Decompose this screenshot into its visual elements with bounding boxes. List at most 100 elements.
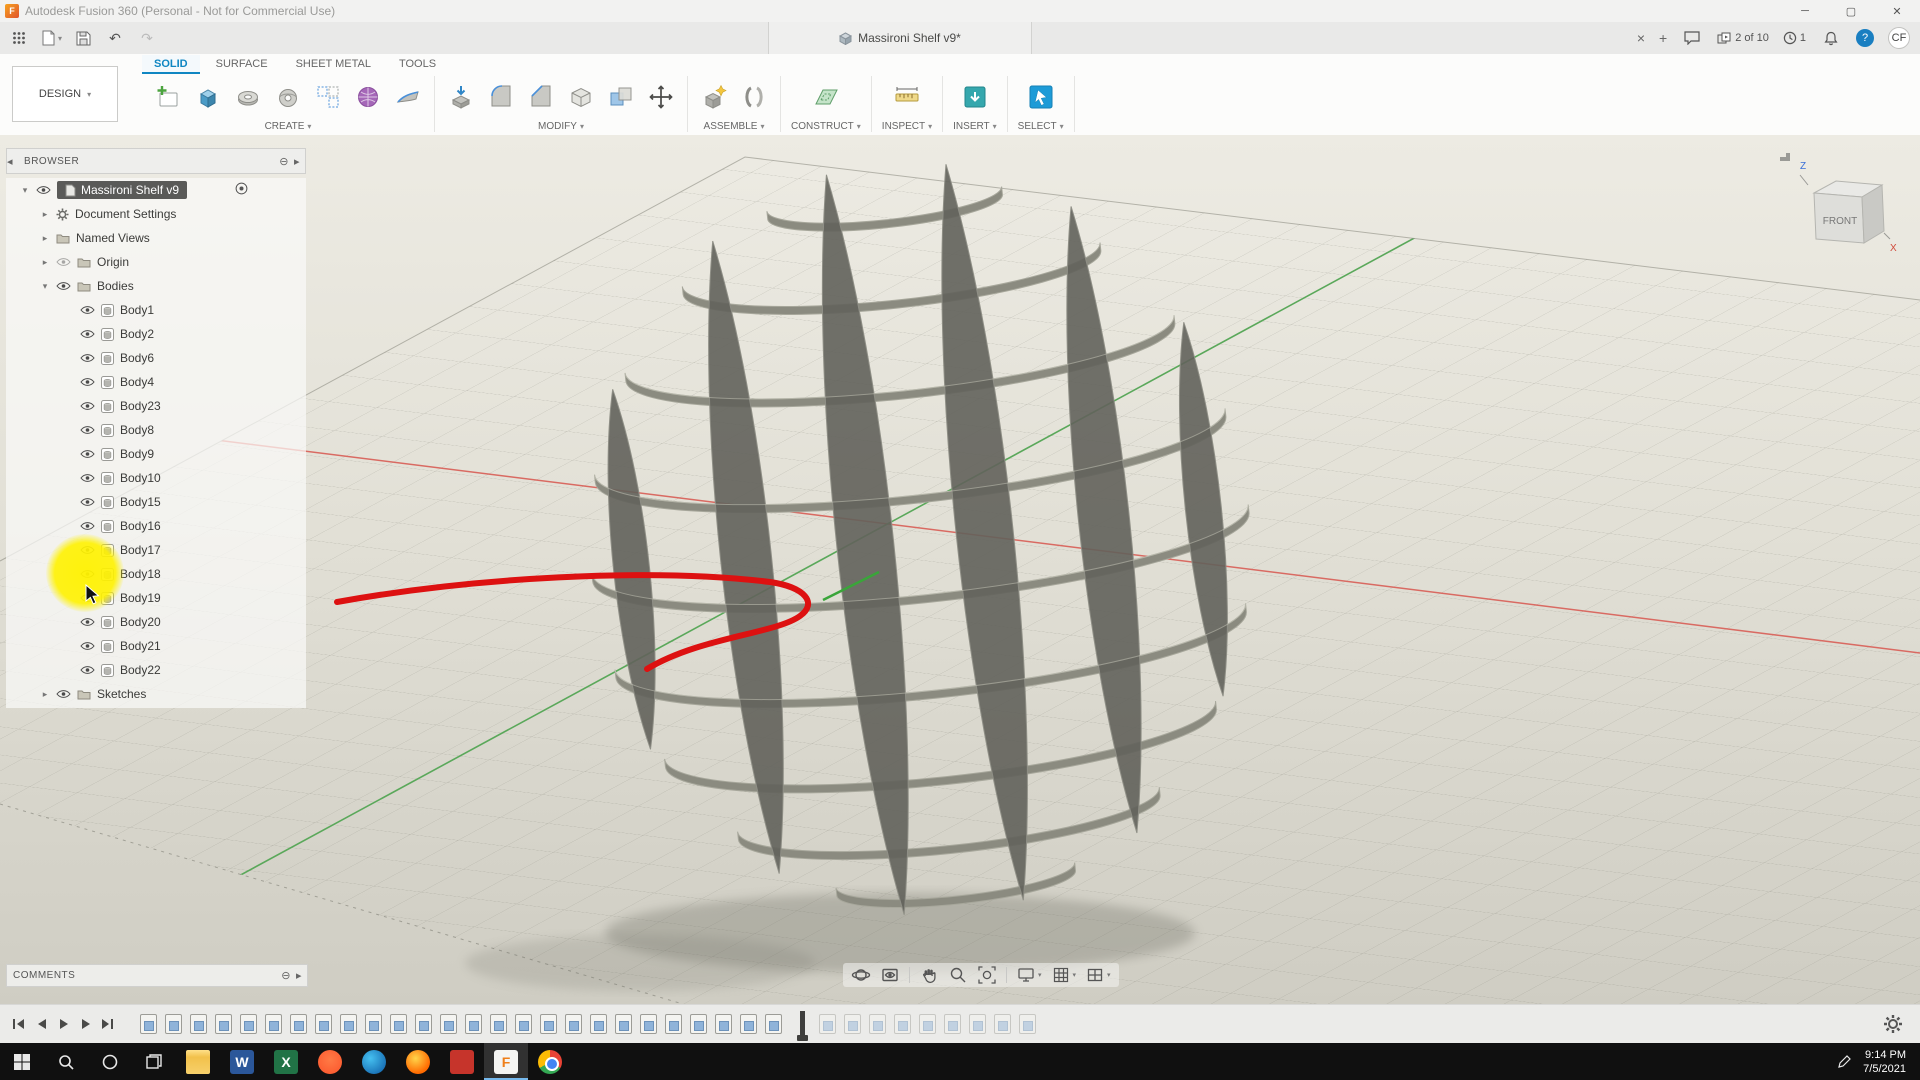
create-sketch-icon[interactable] <box>152 81 184 113</box>
insert-icon[interactable] <box>959 81 991 113</box>
create-form-icon[interactable] <box>352 81 384 113</box>
help-button[interactable]: ? <box>1856 29 1874 47</box>
tree-row-origin[interactable]: ▸ Origin <box>6 250 306 274</box>
tree-row-body[interactable]: Body20 <box>6 610 306 634</box>
orbit-icon[interactable] <box>851 965 871 985</box>
bell-icon[interactable] <box>1820 27 1842 49</box>
timeline-feature-icon[interactable] <box>365 1014 382 1034</box>
expander-icon[interactable]: ▸ <box>40 209 50 220</box>
timeline-feature-icon[interactable] <box>994 1014 1011 1034</box>
browser-header[interactable]: ◂ BROWSER ⊖ ▸ <box>6 148 306 174</box>
eye-icon[interactable] <box>80 497 95 507</box>
timeline-feature-icon[interactable] <box>540 1014 557 1034</box>
workspace-selector[interactable]: DESIGN ▾ <box>12 66 118 122</box>
collapse-circle-icon[interactable]: ⊖ <box>279 155 289 168</box>
go-to-end-button[interactable] <box>96 1014 118 1034</box>
pattern-icon[interactable] <box>312 81 344 113</box>
timeline-feature-icon[interactable] <box>415 1014 432 1034</box>
comment-bubble-icon[interactable] <box>1681 27 1703 49</box>
timeline-feature-icon[interactable] <box>240 1014 257 1034</box>
expander-icon[interactable]: ▾ <box>40 281 50 292</box>
sweep-icon[interactable] <box>272 81 304 113</box>
timeline-feature-icon[interactable] <box>440 1014 457 1034</box>
create-group-label[interactable]: CREATE ▾ <box>265 121 312 132</box>
tree-row-sketches[interactable]: ▸ Sketches <box>6 682 306 706</box>
eye-icon[interactable] <box>56 281 71 291</box>
root-document-pill[interactable]: Massironi Shelf v9 <box>57 181 188 199</box>
taskbar-app-button[interactable] <box>440 1043 484 1080</box>
timeline-feature-icon[interactable] <box>390 1014 407 1034</box>
chevron-right-icon[interactable]: ▸ <box>294 155 300 168</box>
go-to-start-button[interactable] <box>8 1014 30 1034</box>
thicken-icon[interactable] <box>392 81 424 113</box>
tree-row-body[interactable]: Body21 <box>6 634 306 658</box>
timeline-feature-icon[interactable] <box>715 1014 732 1034</box>
taskbar-app-button[interactable] <box>176 1043 220 1080</box>
job-status[interactable]: 2 of 10 <box>1717 32 1769 44</box>
timeline-feature-icon[interactable] <box>740 1014 757 1034</box>
taskbar-app-button[interactable] <box>528 1043 572 1080</box>
timeline-feature-icon[interactable] <box>190 1014 207 1034</box>
timeline-feature-icon[interactable] <box>340 1014 357 1034</box>
construction-plane-icon[interactable] <box>810 81 842 113</box>
construct-group-label[interactable]: CONSTRUCT ▾ <box>791 121 861 132</box>
select-icon[interactable] <box>1025 81 1057 113</box>
inspect-group-label[interactable]: INSPECT ▾ <box>882 121 932 132</box>
timeline-feature-icon[interactable] <box>894 1014 911 1034</box>
taskbar-clock[interactable]: 9:14 PM 7/5/2021 <box>1863 1048 1906 1076</box>
tree-row-named-views[interactable]: ▸ Named Views <box>6 226 306 250</box>
modify-group-label[interactable]: MODIFY ▾ <box>538 121 584 132</box>
ribbon-tab[interactable]: SOLID <box>142 55 200 74</box>
collapse-circle-icon[interactable]: ⊖ <box>281 969 291 982</box>
timeline-feature-icon[interactable] <box>615 1014 632 1034</box>
viewcube-front-label[interactable]: FRONT <box>1823 216 1857 227</box>
pan-icon[interactable] <box>919 965 939 985</box>
timeline-feature-icon[interactable] <box>290 1014 307 1034</box>
notification-history[interactable]: 1 <box>1783 31 1806 45</box>
new-component-icon[interactable] <box>698 81 730 113</box>
app-grid-icon[interactable] <box>8 27 30 49</box>
tree-row-body[interactable]: Body6 <box>6 346 306 370</box>
timeline-feature-icon[interactable] <box>1019 1014 1036 1034</box>
ribbon-tab[interactable]: SURFACE <box>204 55 280 74</box>
extrude-icon[interactable] <box>192 81 224 113</box>
taskbar-search-button[interactable] <box>44 1043 88 1080</box>
move-copy-icon[interactable] <box>645 81 677 113</box>
comments-bar[interactable]: COMMENTS ⊖ ▸ <box>6 964 308 987</box>
timeline-feature-icon[interactable] <box>819 1014 836 1034</box>
timeline-feature-icon[interactable] <box>844 1014 861 1034</box>
viewports-icon[interactable]: ▾ <box>1085 965 1111 985</box>
tree-row-body[interactable]: Body15 <box>6 490 306 514</box>
tree-row-body[interactable]: Body9 <box>6 442 306 466</box>
eye-icon[interactable] <box>80 305 95 315</box>
chamfer-icon[interactable] <box>525 81 557 113</box>
select-group-label[interactable]: SELECT ▾ <box>1018 121 1064 132</box>
cortana-button[interactable] <box>88 1043 132 1080</box>
maximize-button[interactable]: ▢ <box>1828 0 1874 22</box>
timeline-feature-icon[interactable] <box>944 1014 961 1034</box>
expander-icon[interactable]: ▸ <box>40 257 50 268</box>
redo-icon[interactable]: ↷ <box>136 27 158 49</box>
insert-group-label[interactable]: INSERT ▾ <box>953 121 997 132</box>
step-back-button[interactable] <box>30 1014 52 1034</box>
shell-icon[interactable] <box>565 81 597 113</box>
timeline-feature-icon[interactable] <box>265 1014 282 1034</box>
expander-icon[interactable]: ▸ <box>40 689 50 700</box>
file-menu-icon[interactable]: ▾ <box>40 27 62 49</box>
taskbar-app-button[interactable] <box>352 1043 396 1080</box>
timeline-feature-icon[interactable] <box>490 1014 507 1034</box>
tab-close-icon[interactable]: × <box>1637 30 1645 46</box>
play-button[interactable] <box>52 1014 74 1034</box>
tree-row-bodies[interactable]: ▾ Bodies <box>6 274 306 298</box>
home-icon[interactable] <box>1780 153 1790 161</box>
tree-row-body[interactable]: Body22 <box>6 658 306 682</box>
eye-icon[interactable] <box>80 353 95 363</box>
assemble-group-label[interactable]: ASSEMBLE ▾ <box>704 121 765 132</box>
tree-row-document-settings[interactable]: ▸ Document Settings <box>6 202 306 226</box>
tree-row-body[interactable]: Body23 <box>6 394 306 418</box>
start-button[interactable] <box>0 1043 44 1080</box>
press-pull-icon[interactable] <box>445 81 477 113</box>
display-settings-icon[interactable]: ▾ <box>1016 965 1042 985</box>
close-button[interactable]: ✕ <box>1874 0 1920 22</box>
expander-icon[interactable]: ▾ <box>20 185 30 196</box>
